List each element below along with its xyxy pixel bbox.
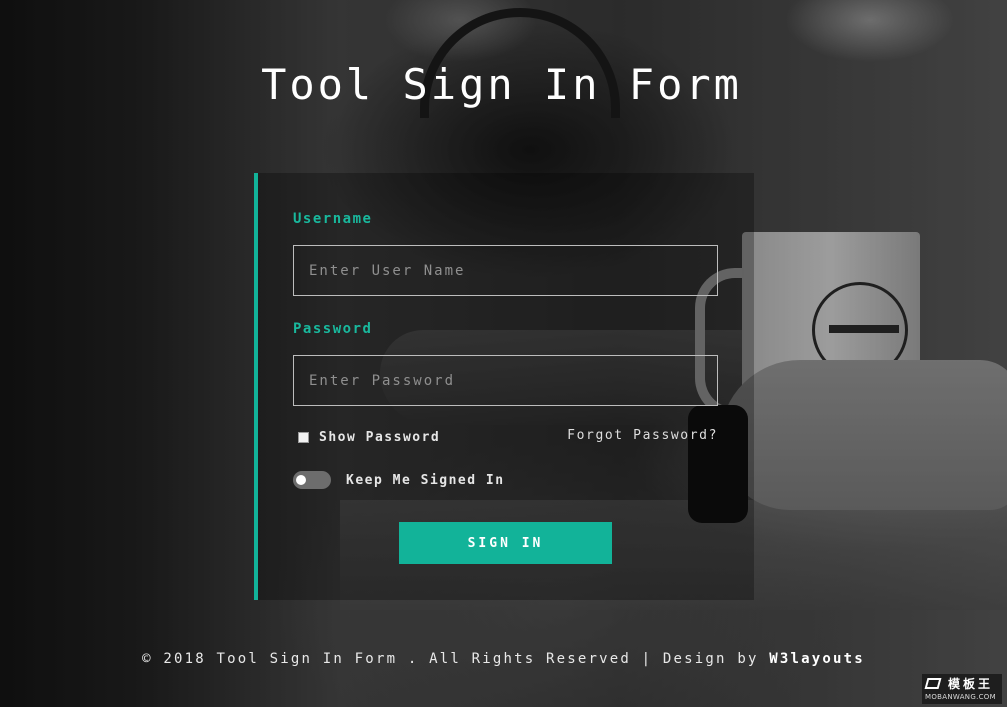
keep-signed-in-option[interactable]: Keep Me Signed In [293, 469, 505, 491]
watermark-url: MOBANWANG.COM [925, 693, 996, 701]
show-password-label: Show Password [319, 429, 441, 445]
show-password-checkbox[interactable] [298, 431, 309, 443]
signin-form-panel: Username Password Show Password Forgot P… [254, 173, 754, 600]
page-title: Tool Sign In Form [261, 60, 742, 109]
keep-signed-in-label: Keep Me Signed In [346, 472, 505, 488]
show-password-option[interactable]: Show Password [298, 428, 440, 446]
toggle-knob [296, 475, 306, 485]
username-input[interactable] [293, 245, 718, 296]
watermark-name: 模板王 [948, 677, 994, 691]
signin-button[interactable]: SIGN IN [399, 522, 612, 564]
password-input[interactable] [293, 355, 718, 406]
password-label: Password [293, 321, 373, 337]
footer-copyright: © 2018 Tool Sign In Form . All Rights Re… [142, 651, 759, 667]
forgot-password-link[interactable]: Forgot Password? [567, 428, 718, 443]
footer-brand-link[interactable]: W3layouts [769, 651, 865, 667]
watermark-badge: 模板王 MOBANWANG.COM [922, 674, 1002, 704]
username-label: Username [293, 211, 373, 227]
watermark-logo-icon [924, 678, 942, 689]
footer: © 2018 Tool Sign In Form . All Rights Re… [0, 651, 1007, 667]
keep-signed-in-toggle[interactable] [293, 471, 331, 489]
